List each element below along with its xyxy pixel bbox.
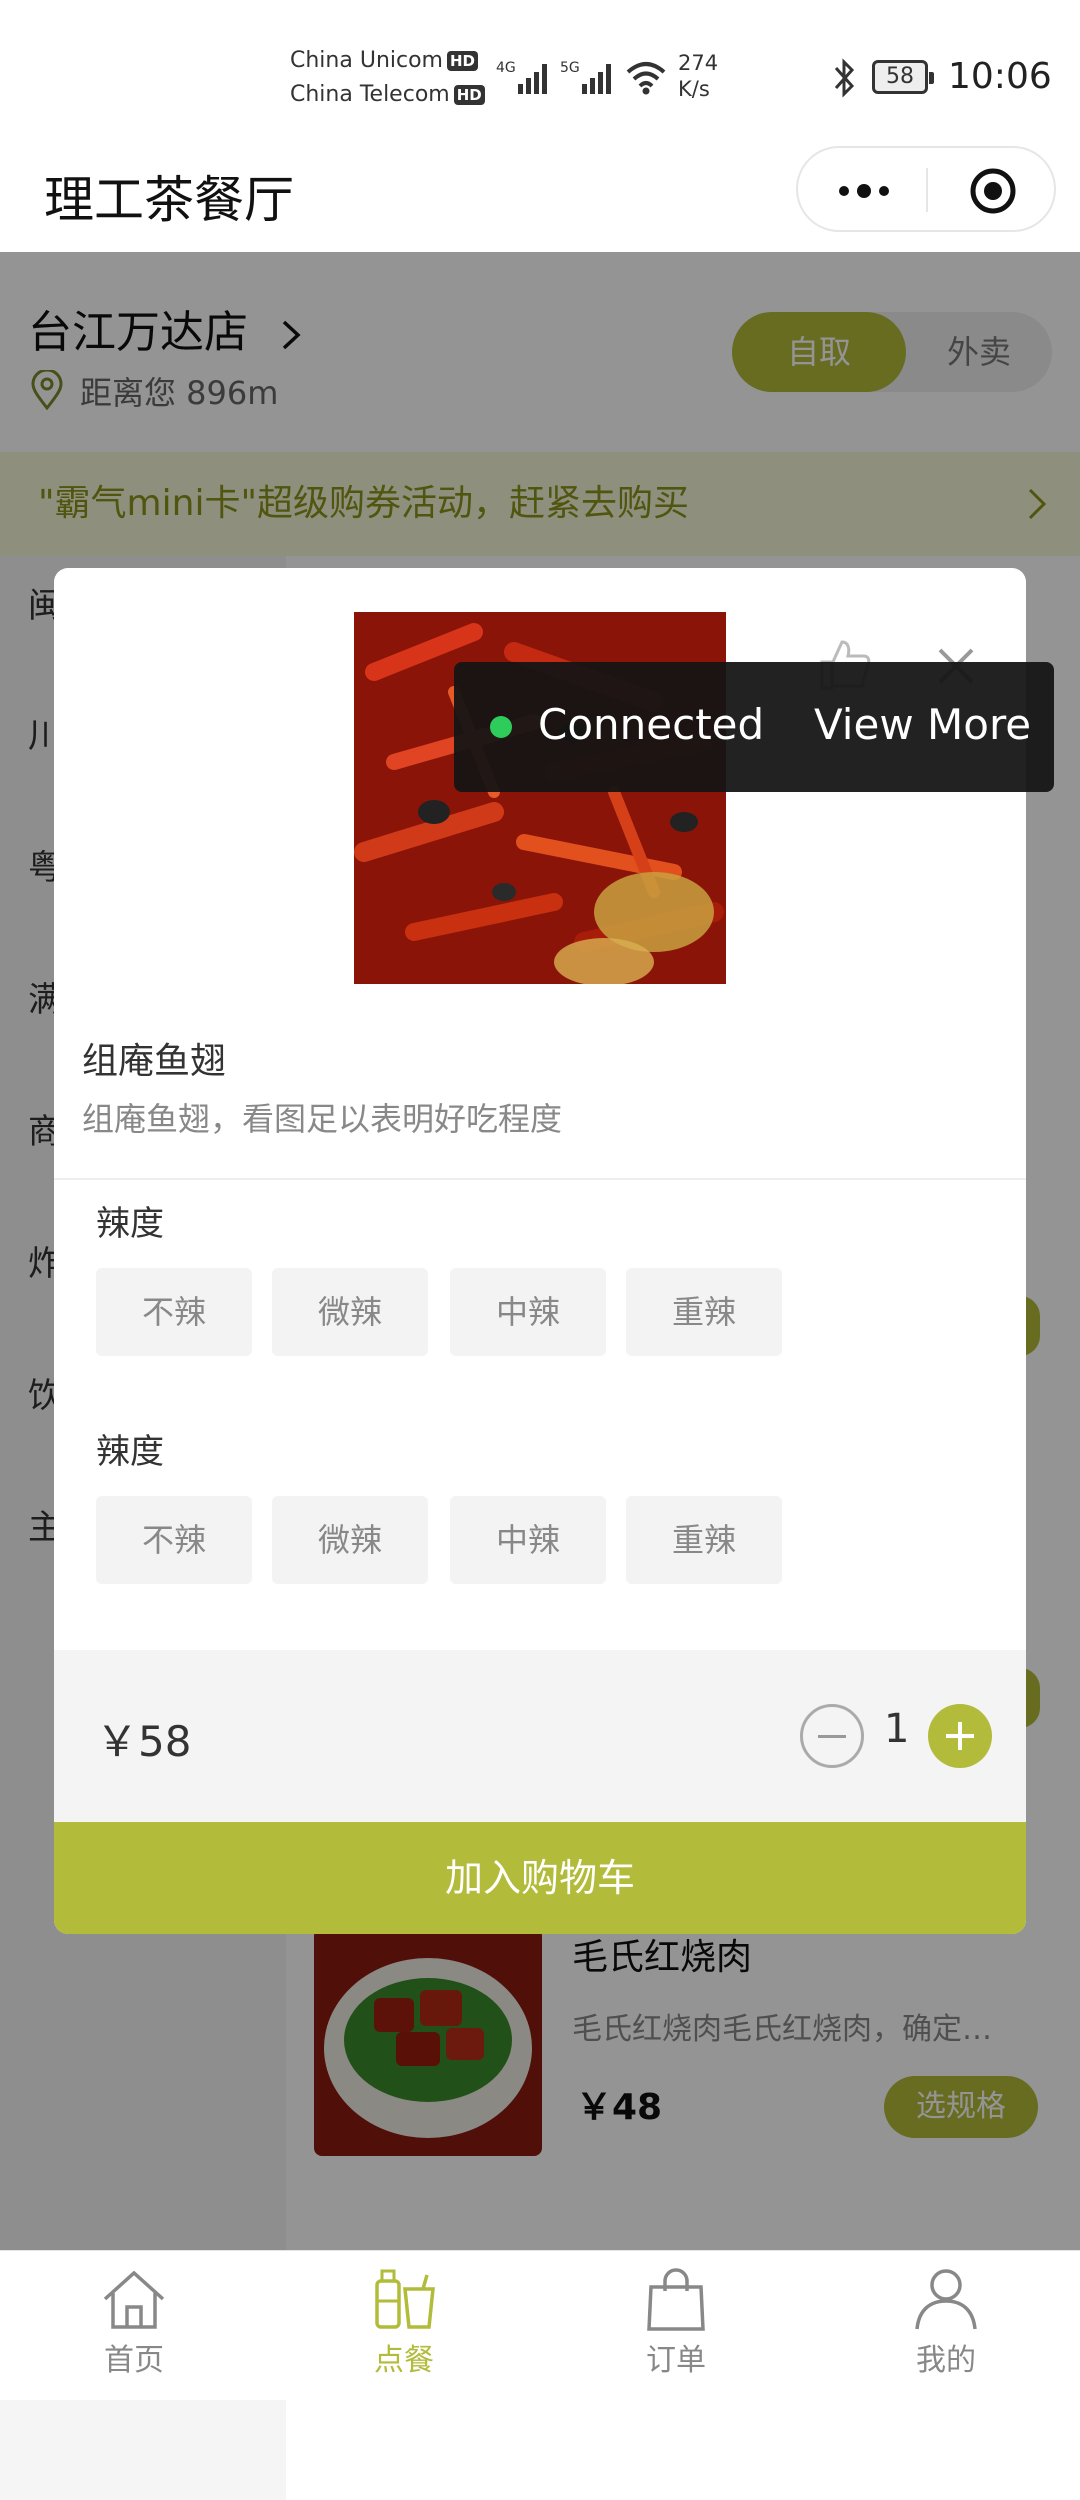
connected-status-dot <box>490 716 512 738</box>
more-dots-icon[interactable] <box>834 176 894 206</box>
status-bar: China Unicom HD China Telecom HD 4G 5G 274… <box>0 0 1080 140</box>
view-more-link[interactable]: View More <box>814 700 1031 749</box>
user-icon <box>915 2269 977 2330</box>
net-speed: 274 K/s <box>678 51 719 101</box>
bottom-tab-bar: 首页 点餐 订单 我的 <box>0 2250 1080 2400</box>
spice-option[interactable]: 不辣 <box>96 1268 252 1356</box>
capsule-divider <box>926 168 928 212</box>
signal-5g-icon: 5G <box>560 60 611 94</box>
spice-option[interactable]: 微辣 <box>272 1496 428 1584</box>
spice-option[interactable]: 中辣 <box>450 1496 606 1584</box>
add-to-cart-button[interactable]: 加入购物车 <box>54 1822 1026 1934</box>
svg-text:5G: 5G <box>560 60 580 76</box>
spice-option[interactable]: 微辣 <box>272 1268 428 1356</box>
connection-status: Connected <box>538 700 765 749</box>
dish-title: 组庵鱼翅 <box>82 1041 227 1082</box>
decrease-quantity-button[interactable] <box>800 1704 864 1768</box>
dish-description: 组庵鱼翅，看图足以表明好吃程度 <box>82 1100 563 1138</box>
tab-order-food[interactable]: 点餐 <box>304 2267 504 2397</box>
spice-group-label: 辣度 <box>96 1432 164 1472</box>
spice-group-label: 辣度 <box>96 1204 164 1244</box>
carrier-2: China Telecom HD <box>290 80 485 110</box>
quantity-value: 1 <box>884 1706 910 1752</box>
close-target-icon[interactable] <box>968 166 1018 216</box>
clock: 10:06 <box>948 56 1052 97</box>
bag-icon <box>647 2268 705 2331</box>
spice-option[interactable]: 中辣 <box>450 1268 606 1356</box>
tab-profile[interactable]: 我的 <box>846 2267 1046 2397</box>
drinks-icon <box>375 2269 435 2329</box>
signal-4g-icon: 4G <box>496 60 547 94</box>
increase-quantity-button[interactable] <box>928 1704 992 1768</box>
spice-option[interactable]: 重辣 <box>626 1268 782 1356</box>
carrier-1: China Unicom HD <box>290 46 478 76</box>
wifi-icon <box>626 62 666 95</box>
bluetooth-icon <box>834 58 855 98</box>
svg-text:4G: 4G <box>496 60 516 76</box>
tab-home[interactable]: 首页 <box>34 2267 234 2397</box>
battery-indicator: 58 <box>872 60 934 94</box>
divider <box>54 1178 1026 1180</box>
spice-option[interactable]: 不辣 <box>96 1496 252 1584</box>
connection-toast: Connected View More <box>454 662 1054 792</box>
page-title: 理工茶餐厅 <box>44 171 294 229</box>
tab-orders[interactable]: 订单 <box>576 2267 776 2397</box>
spice-option[interactable]: 重辣 <box>626 1496 782 1584</box>
modal-footer: ￥58 1 <box>54 1650 1026 1822</box>
home-icon <box>103 2270 165 2329</box>
total-price: ￥58 <box>96 1717 192 1766</box>
title-bar: 理工茶餐厅 <box>0 140 1080 252</box>
mini-program-capsule <box>796 146 1056 232</box>
